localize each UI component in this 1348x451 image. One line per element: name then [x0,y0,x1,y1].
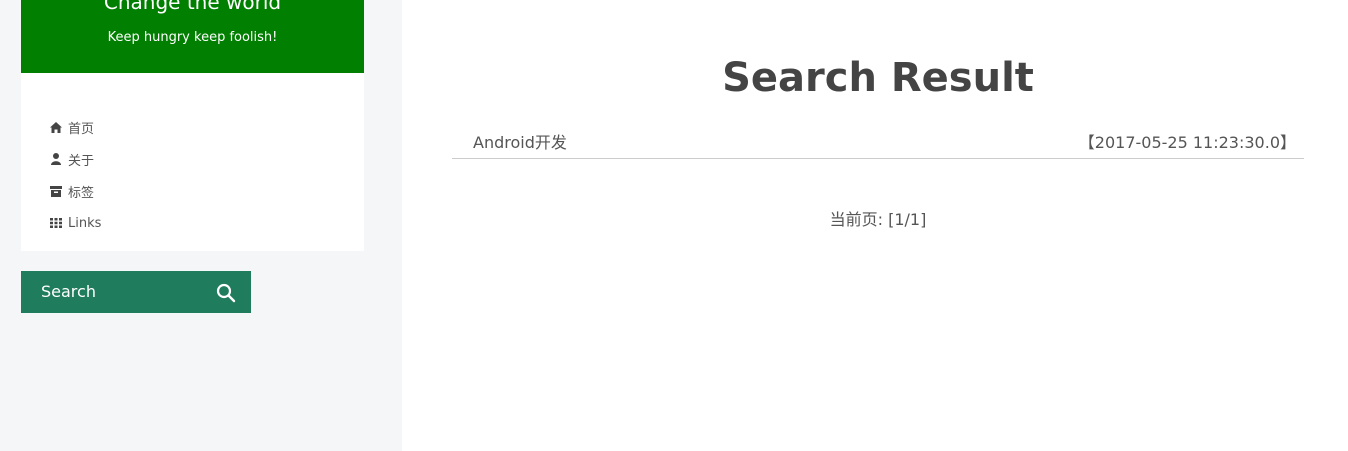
archive-icon [49,185,62,197]
result-row: Android开发 【2017-05-25 11:23:30.0】 [452,130,1304,159]
nav-item-tags[interactable]: 标签 [49,175,101,207]
home-icon [49,121,62,133]
search-icon[interactable] [216,283,236,303]
site-subtitle: Keep hungry keep foolish! [107,30,278,45]
nav-item-home[interactable]: 首页 [49,111,101,143]
page-title: Search Result [722,54,1034,101]
nav-item-label: 首页 [68,121,95,137]
nav-item-links[interactable]: Links [49,207,101,239]
sidebar-nav: 首页 关于 标签 Links [21,73,364,251]
nav-item-label: Links [68,215,102,231]
nav-list: 首页 关于 标签 Links [49,111,101,239]
nav-item-label: 标签 [68,185,95,201]
user-icon [49,153,62,165]
nav-item-about[interactable]: 关于 [49,143,101,175]
site-title[interactable]: Change the world [21,0,364,15]
search-button[interactable]: Search [21,271,251,313]
grid-icon [49,217,62,229]
pagination-status: 当前页: [1/1] [829,210,927,229]
search-label: Search [41,282,96,301]
result-title-link[interactable]: Android开发 [473,133,567,153]
site-header: Change the world Keep hungry keep foolis… [21,0,364,73]
nav-item-label: 关于 [68,153,95,169]
sidebar: Change the world Keep hungry keep foolis… [0,0,402,451]
main-content: Search Result Android开发 【2017-05-25 11:2… [402,0,1348,451]
result-date: 【2017-05-25 11:23:30.0】 [1078,133,1296,152]
